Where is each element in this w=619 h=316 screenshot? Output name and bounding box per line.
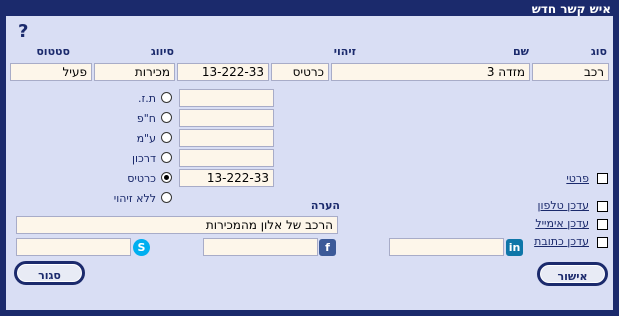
name-field[interactable]: מזדה 3 xyxy=(331,63,530,81)
linkedin-icon[interactable]: in xyxy=(506,239,523,256)
id-option-am-label: ע"מ xyxy=(136,132,156,145)
id-option-card-value[interactable]: 13-222-33 xyxy=(179,169,274,187)
dialog-title: איש קשר חדש xyxy=(531,2,611,16)
id-option-hp-label: ח"פ xyxy=(136,112,156,125)
id-option-hp-value[interactable] xyxy=(179,109,274,127)
update-address-label: עדכן כתובת xyxy=(534,235,589,248)
id-option-passport-radio[interactable] xyxy=(161,152,172,163)
update-phone-label: עדכן טלפון xyxy=(537,199,589,212)
confirm-button[interactable]: אישור xyxy=(537,262,608,286)
update-address-checkbox[interactable] xyxy=(597,237,608,248)
skype-icon[interactable]: S xyxy=(133,239,150,256)
id-option-card-label: כרטיס xyxy=(127,172,156,185)
id-option-none-label: ללא זיהוי xyxy=(113,192,156,205)
update-phone-checkbox[interactable] xyxy=(597,201,608,212)
id-option-tz-radio[interactable] xyxy=(161,92,172,103)
id-option-tz-label: ת.ז. xyxy=(137,92,156,105)
dialog-body: ? סוג שם זיהוי סיווג סטטוס רכב מזדה 3 כר… xyxy=(6,16,613,310)
dialog-titlebar: איש קשר חדש xyxy=(30,2,615,16)
update-email-checkbox[interactable] xyxy=(597,219,608,230)
id-option-none-radio[interactable] xyxy=(161,192,172,203)
close-button[interactable]: סגור xyxy=(14,261,85,285)
help-icon[interactable]: ? xyxy=(18,21,28,42)
facebook-icon[interactable]: f xyxy=(319,239,336,256)
skype-input[interactable] xyxy=(16,238,131,256)
note-label: הערה xyxy=(310,199,340,212)
id-option-passport-label: דרכון xyxy=(131,152,156,165)
classification-field[interactable]: מכירות xyxy=(94,63,175,81)
private-label: פרטי xyxy=(566,172,589,185)
header-classification: סיווג xyxy=(150,45,174,58)
id-option-am-radio[interactable] xyxy=(161,132,172,143)
header-type: סוג xyxy=(590,45,607,58)
update-email-label: עדכן אימייל xyxy=(535,217,589,230)
id-option-tz-value[interactable] xyxy=(179,89,274,107)
type-field[interactable]: רכב xyxy=(532,63,609,81)
header-name: שם xyxy=(512,45,529,58)
new-contact-dialog: איש קשר חדש ? סוג שם זיהוי סיווג סטטוס ר… xyxy=(0,0,619,316)
linkedin-input[interactable] xyxy=(389,238,504,256)
header-status: סטטוס xyxy=(36,45,70,58)
id-option-am-value[interactable] xyxy=(179,129,274,147)
id-value-field[interactable]: 13-222-33 xyxy=(177,63,269,81)
status-field[interactable]: פעיל xyxy=(10,63,92,81)
private-checkbox[interactable] xyxy=(597,173,608,184)
header-id: זיהוי xyxy=(333,45,356,58)
id-type-field[interactable]: כרטיס xyxy=(271,63,329,81)
id-option-passport-value[interactable] xyxy=(179,149,274,167)
id-option-card-radio[interactable] xyxy=(161,172,172,183)
id-option-hp-radio[interactable] xyxy=(161,112,172,123)
note-field[interactable]: הרכב של אלון מהמכירות xyxy=(16,216,338,234)
facebook-input[interactable] xyxy=(203,238,318,256)
